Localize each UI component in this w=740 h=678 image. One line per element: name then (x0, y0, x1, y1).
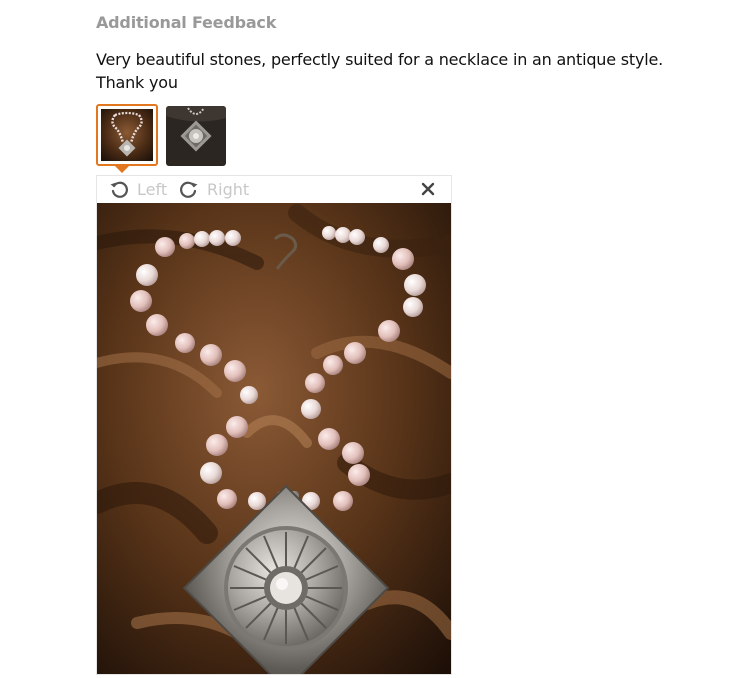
feedback-comment: Very beautiful stones, perfectly suited … (96, 50, 663, 92)
rotate-left-icon (110, 181, 128, 198)
thumbnail-necklace-image (101, 109, 153, 161)
thumbnail-photo-1[interactable] (96, 104, 158, 166)
rotate-left-label: Left (137, 179, 168, 199)
rotate-right-icon (180, 181, 198, 198)
selected-thumbnail-pointer (115, 166, 129, 173)
close-viewer-button[interactable] (419, 180, 437, 198)
thumbnail-photo-2[interactable] (166, 106, 226, 166)
thumbnail-pendant-image (166, 106, 226, 166)
close-icon (421, 182, 435, 196)
rotate-left-button[interactable]: Left (109, 179, 167, 199)
image-viewer: Left Right (96, 175, 452, 675)
rotate-right-label: Right (207, 179, 250, 199)
enlarged-review-photo (97, 203, 451, 674)
rotate-right-button[interactable]: Right (179, 179, 249, 199)
additional-feedback-heading: Additional Feedback (96, 13, 277, 32)
viewer-toolbar: Left Right (97, 176, 451, 203)
necklace-photo (97, 203, 451, 674)
